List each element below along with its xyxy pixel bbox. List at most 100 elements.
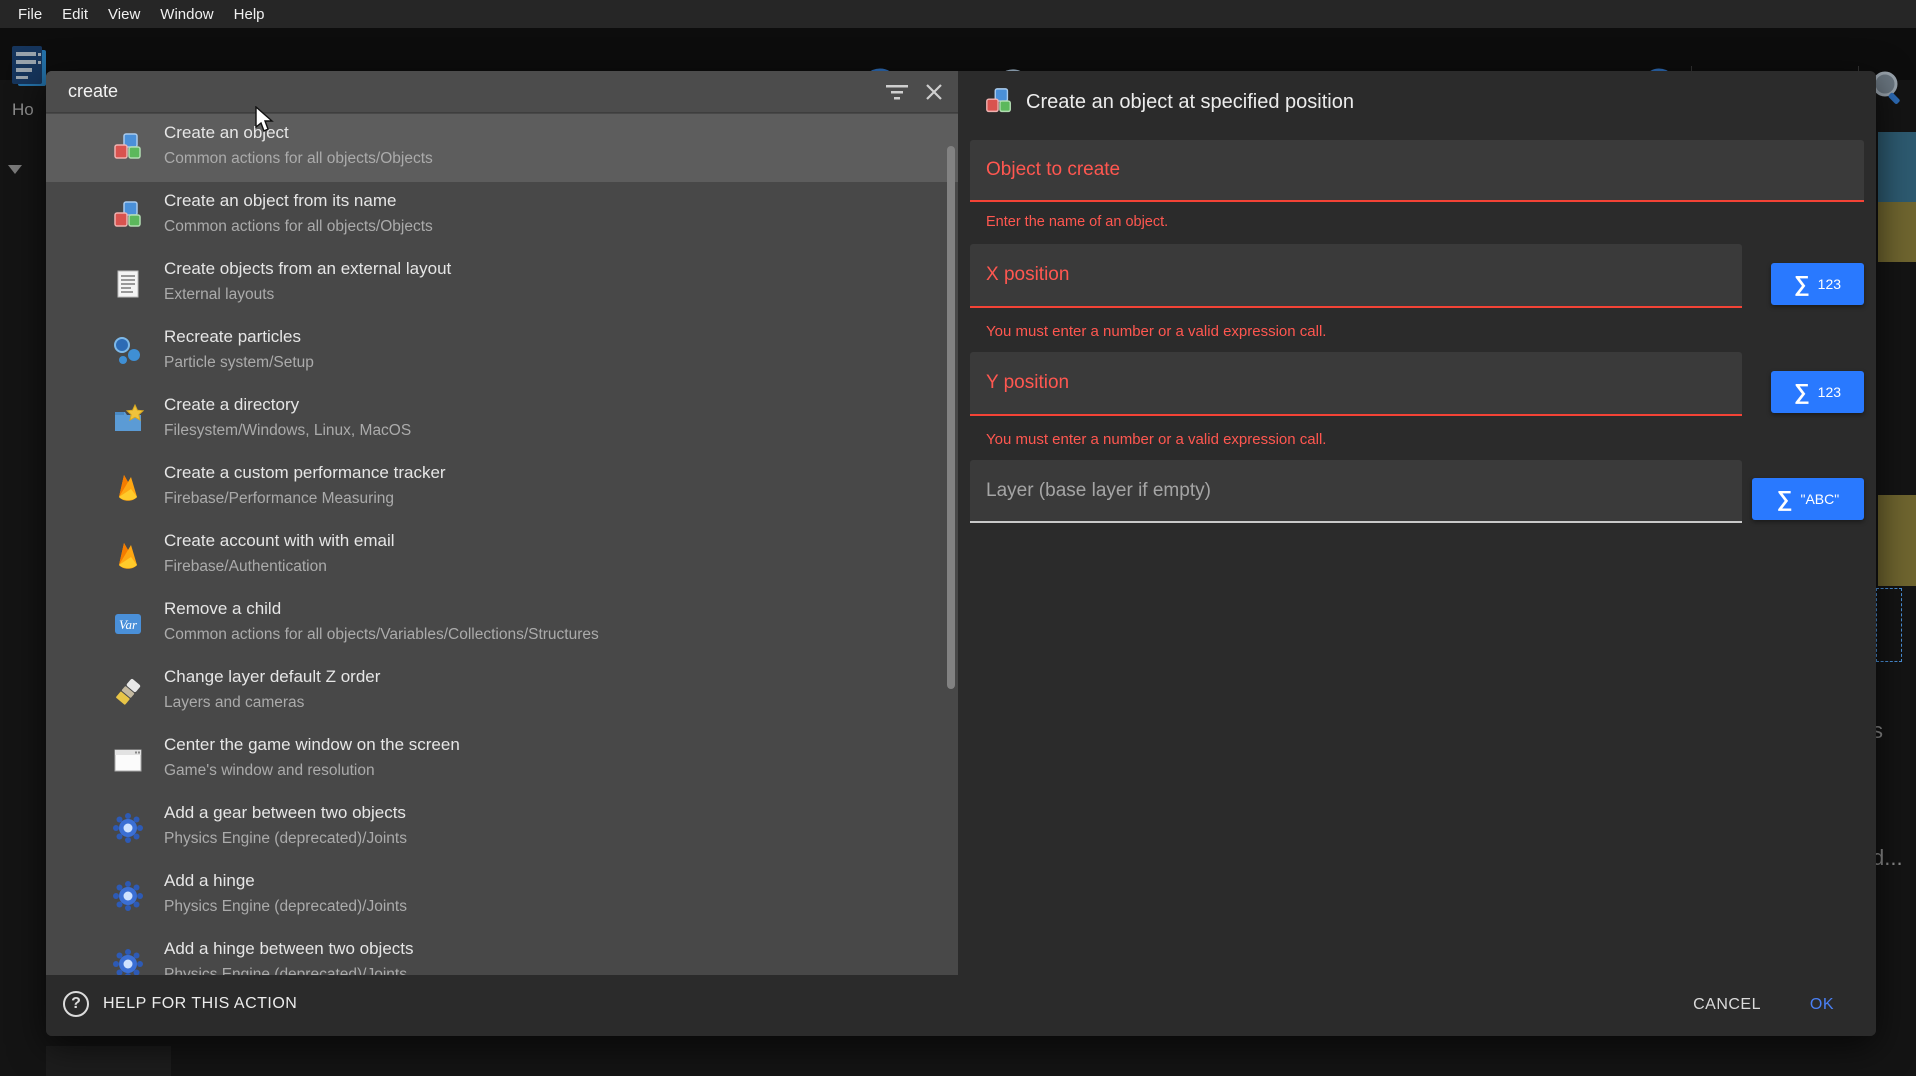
result-subtitle: Firebase/Performance Measuring	[164, 490, 394, 508]
search-result-row[interactable]: Center the game window on the screen Gam…	[46, 726, 958, 794]
search-result-row[interactable]: Create objects from an external layout E…	[46, 250, 958, 318]
search-bar[interactable]: create	[46, 71, 958, 113]
x-position-field[interactable]: X position	[970, 244, 1742, 308]
gear-icon	[112, 948, 144, 975]
result-title: Create a directory	[164, 395, 299, 415]
layers-icon	[112, 676, 144, 708]
search-result-row[interactable]: Create an object from its name Common ac…	[46, 182, 958, 250]
result-subtitle: Physics Engine (deprecated)/Joints	[164, 966, 407, 975]
search-result-row[interactable]: Create account with with email Firebase/…	[46, 522, 958, 590]
search-result-row[interactable]: Var Remove a child Common actions for al…	[46, 590, 958, 658]
object-helper-text: Enter the name of an object.	[986, 214, 1168, 230]
result-title: Create a custom performance tracker	[164, 463, 446, 483]
result-subtitle: Physics Engine (deprecated)/Joints	[164, 898, 407, 916]
result-subtitle: Common actions for all objects/Objects	[164, 218, 433, 236]
layer-expression-button-label: "ABC"	[1800, 491, 1839, 507]
x-error-text: You must enter a number or a valid expre…	[986, 323, 1326, 340]
result-title: Change layer default Z order	[164, 667, 380, 687]
folder-star-icon	[112, 404, 144, 436]
x-expression-button[interactable]: ∑ 123	[1771, 263, 1864, 305]
svg-text:Var: Var	[119, 617, 138, 632]
action-editor-dialog: Create an object at specified position O…	[46, 71, 1876, 1036]
window-icon	[112, 744, 144, 776]
gear-icon	[112, 812, 144, 844]
object-to-create-field[interactable]: Object to create	[970, 140, 1864, 202]
result-title: Create an object from its name	[164, 191, 396, 211]
search-result-row[interactable]: Recreate particles Particle system/Setup	[46, 318, 958, 386]
cancel-button[interactable]: CANCEL	[1693, 996, 1761, 1014]
gear-icon	[112, 880, 144, 912]
background-selection-rect	[1876, 588, 1902, 662]
help-button[interactable]: ? HELP FOR THIS ACTION	[63, 991, 297, 1017]
dropdown-arrow-icon[interactable]	[8, 165, 22, 174]
search-result-row[interactable]: Add a gear between two objects Physics E…	[46, 794, 958, 862]
sigma-icon: ∑	[1794, 381, 1810, 403]
menu-item-edit[interactable]: Edit	[52, 3, 98, 26]
result-title: Create objects from an external layout	[164, 259, 451, 279]
search-result-row[interactable]: Create a custom performance tracker Fire…	[46, 454, 958, 522]
search-result-row[interactable]: Add a hinge Physics Engine (deprecated)/…	[46, 862, 958, 930]
y-expression-button[interactable]: ∑ 123	[1771, 371, 1864, 413]
firebase-icon	[112, 472, 144, 504]
background-bottom-fragment	[46, 1046, 171, 1076]
ok-button[interactable]: OK	[1810, 996, 1834, 1014]
result-subtitle: Layers and cameras	[164, 694, 304, 712]
y-expression-button-label: 123	[1818, 384, 1841, 400]
result-title: Remove a child	[164, 599, 281, 619]
search-result-row[interactable]: Change layer default Z order Layers and …	[46, 658, 958, 726]
background-olive-block	[1878, 495, 1916, 586]
result-title: Recreate particles	[164, 327, 301, 347]
result-subtitle: Common actions for all objects/Objects	[164, 150, 433, 168]
sigma-icon: ∑	[1777, 488, 1793, 510]
layer-expression-button[interactable]: ∑ "ABC"	[1752, 478, 1864, 520]
menu-item-help[interactable]: Help	[224, 3, 275, 26]
result-title: Create account with with email	[164, 531, 395, 551]
scrollbar-thumb[interactable]	[947, 146, 955, 689]
x-expression-button-label: 123	[1818, 276, 1841, 292]
help-icon: ?	[63, 991, 89, 1017]
object-to-create-label: Object to create	[986, 159, 1120, 181]
sigma-icon: ∑	[1794, 273, 1810, 295]
result-title: Add a hinge between two objects	[164, 939, 414, 959]
search-result-row[interactable]: Add a hinge between two objects Physics …	[46, 930, 958, 975]
menu-item-window[interactable]: Window	[150, 3, 223, 26]
search-result-row[interactable]: Create a directory Filesystem/Windows, L…	[46, 386, 958, 454]
cubes-icon	[112, 132, 144, 164]
y-position-field[interactable]: Y position	[970, 352, 1742, 416]
cubes-icon	[112, 200, 144, 232]
background-olive-block	[1878, 202, 1916, 262]
close-icon[interactable]	[924, 82, 944, 102]
menu-item-view[interactable]: View	[98, 3, 150, 26]
background-teal-block	[1878, 132, 1916, 202]
cubes-icon	[984, 87, 1014, 117]
home-tab-fragment: Ho	[12, 100, 34, 120]
menu-item-file[interactable]: File	[8, 3, 52, 26]
layer-field[interactable]: Layer (base layer if empty)	[970, 460, 1742, 523]
result-title: Create an object	[164, 123, 289, 143]
result-subtitle: External layouts	[164, 286, 274, 304]
layer-label: Layer (base layer if empty)	[986, 480, 1211, 502]
result-title: Center the game window on the screen	[164, 735, 460, 755]
form-title: Create an object at specified position	[1026, 91, 1354, 114]
result-subtitle: Filesystem/Windows, Linux, MacOS	[164, 422, 411, 440]
y-position-label: Y position	[986, 372, 1069, 394]
x-position-label: X position	[986, 264, 1069, 286]
help-button-label: HELP FOR THIS ACTION	[103, 995, 297, 1013]
search-result-row[interactable]: Create an object Common actions for all …	[46, 114, 958, 182]
dialog-footer: ? HELP FOR THIS ACTION CANCEL OK	[46, 975, 1876, 1036]
gdevelop-app: FileEditViewWindowHelp PREVIEW	[0, 0, 1916, 1076]
var-icon: Var	[112, 608, 144, 640]
project-manager-icon[interactable]	[8, 42, 50, 90]
background-text-fragment: d...	[1872, 845, 1903, 871]
document-icon	[112, 268, 144, 300]
result-title: Add a hinge	[164, 871, 255, 891]
action-search-panel: create Create an object Common acti	[46, 71, 958, 975]
filter-icon[interactable]	[884, 82, 910, 102]
menu-bar: FileEditViewWindowHelp	[0, 0, 1916, 28]
form-header: Create an object at specified position	[984, 87, 1354, 117]
y-error-text: You must enter a number or a valid expre…	[986, 431, 1326, 448]
particles-icon	[112, 336, 144, 368]
result-subtitle: Physics Engine (deprecated)/Joints	[164, 830, 407, 848]
search-input[interactable]: create	[68, 81, 118, 102]
firebase-icon	[112, 540, 144, 572]
